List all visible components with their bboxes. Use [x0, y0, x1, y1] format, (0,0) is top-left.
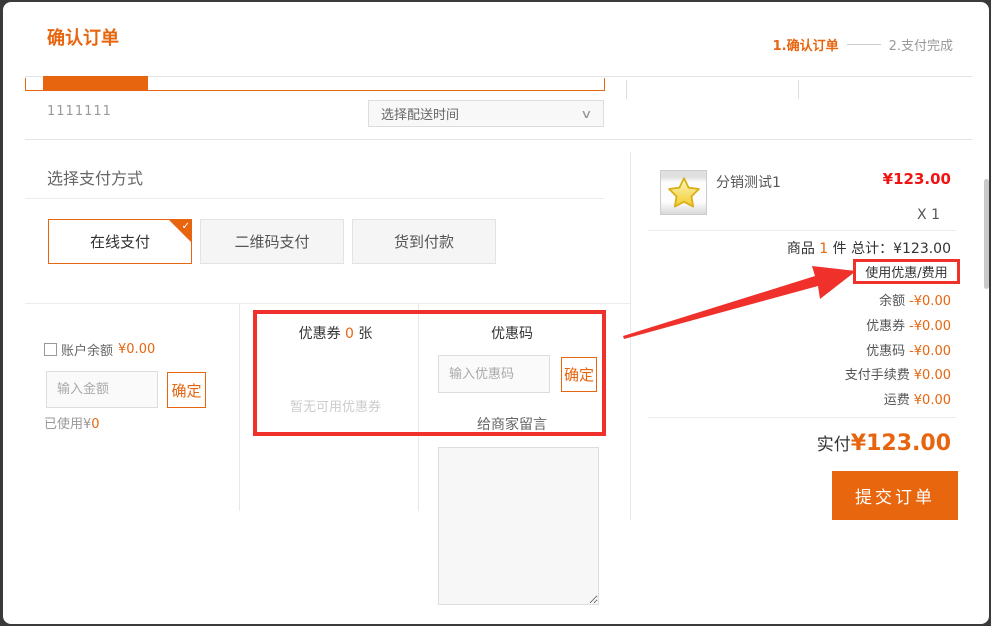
check-icon: ✓	[181, 221, 190, 232]
total-label: 实付	[816, 435, 851, 455]
fee-value: -¥0.00	[909, 294, 951, 309]
tab-label: 在线支付	[89, 233, 150, 251]
fee-row-shipping: 运费 ¥0.00	[884, 389, 951, 408]
screenshot-frame: 确认订单 1.确认订单 2.支付完成 1111111 选择配送时间 ∨ 选择支付…	[0, 0, 991, 626]
balance-used-text: 已使用¥0	[44, 413, 100, 432]
total-payable: 实付 ¥123.00	[817, 430, 951, 456]
divider	[25, 76, 972, 77]
step-payment-done: 2.支付完成	[888, 39, 953, 54]
tab-online-payment[interactable]: 在线支付 ✓	[48, 219, 192, 264]
balance-amount: ¥0.00	[118, 342, 156, 357]
order-note-text: 1111111	[47, 104, 112, 119]
amount-input[interactable]	[46, 371, 158, 408]
fee-row-balance: 余额 -¥0.00	[879, 290, 951, 309]
product-name: 分销测试1	[716, 175, 781, 191]
address-card-remnant	[25, 76, 605, 91]
divider	[648, 230, 956, 231]
fee-label: 优惠券	[866, 319, 906, 334]
divider	[25, 303, 630, 304]
page-title: 确认订单	[47, 28, 119, 49]
fee-row-payment-fee: 支付手续费 ¥0.00	[845, 364, 951, 383]
payment-method-tabs: 在线支付 ✓ 二维码支付 货到付款	[48, 219, 496, 264]
seller-message-textarea[interactable]	[438, 447, 599, 605]
star-icon	[667, 176, 700, 207]
cut-box-edge	[626, 80, 627, 99]
balance-checkbox[interactable]	[44, 343, 57, 356]
summary-count: 1	[819, 241, 829, 257]
product-price: ¥123.00	[882, 170, 951, 188]
scrollbar-thumb[interactable]	[984, 179, 989, 289]
chevron-down-icon: ∨	[580, 106, 593, 121]
fee-label: 运费	[883, 393, 910, 408]
fee-label: 优惠码	[866, 344, 906, 359]
submit-order-button[interactable]: 提交订单	[832, 471, 958, 520]
summary-prefix: 商品	[786, 241, 820, 257]
address-card-remnant-highlight	[43, 76, 148, 90]
divider	[25, 139, 972, 140]
fee-value: ¥0.00	[913, 393, 951, 408]
amount-confirm-button[interactable]: 确定	[167, 372, 206, 408]
step-confirm-order: 1.确认订单	[772, 39, 839, 54]
order-page: 确认订单 1.确认订单 2.支付完成 1111111 选择配送时间 ∨ 选择支付…	[3, 2, 989, 624]
account-balance-row: 账户余额 ¥0.00	[44, 340, 155, 359]
fee-row-coupon: 优惠券 -¥0.00	[866, 315, 951, 334]
sub-column-divider	[239, 304, 240, 511]
fee-value: -¥0.00	[909, 319, 951, 334]
summary-suffix: 件 总计：¥123.00	[828, 241, 951, 257]
divider	[25, 198, 604, 199]
delivery-time-label: 选择配送时间	[381, 108, 460, 123]
fee-label: 余额	[879, 294, 906, 309]
cut-box-edge	[798, 80, 799, 99]
fee-value: -¥0.00	[909, 344, 951, 359]
payment-section-title: 选择支付方式	[47, 169, 144, 188]
tab-label: 二维码支付	[234, 233, 310, 251]
checkout-steps: 1.确认订单 2.支付完成	[773, 35, 953, 54]
product-thumbnail	[660, 170, 707, 215]
product-quantity: X 1	[917, 207, 940, 223]
fee-label: 支付手续费	[844, 368, 910, 383]
tab-qrcode-payment[interactable]: 二维码支付	[200, 219, 344, 264]
delivery-time-select[interactable]: 选择配送时间 ∨	[368, 100, 604, 127]
order-summary-line: 商品 1 件 总计：¥123.00	[787, 238, 951, 258]
balance-label: 账户余额	[61, 344, 114, 359]
tab-cash-on-delivery[interactable]: 货到付款	[352, 219, 496, 264]
tab-label: 货到付款	[393, 233, 454, 251]
step-separator	[846, 44, 881, 45]
divider	[648, 417, 956, 418]
column-divider	[630, 152, 631, 520]
used-value: 0	[91, 417, 100, 432]
annotation-rectangle	[253, 310, 606, 436]
fee-value: ¥0.00	[913, 368, 951, 383]
use-discount-fees-link[interactable]: 使用优惠/费用	[853, 259, 960, 284]
total-value: ¥123.00	[850, 431, 951, 456]
fee-row-coupon-code: 优惠码 -¥0.00	[866, 340, 951, 359]
selected-corner: ✓	[169, 220, 191, 242]
used-prefix: 已使用¥	[44, 417, 92, 432]
